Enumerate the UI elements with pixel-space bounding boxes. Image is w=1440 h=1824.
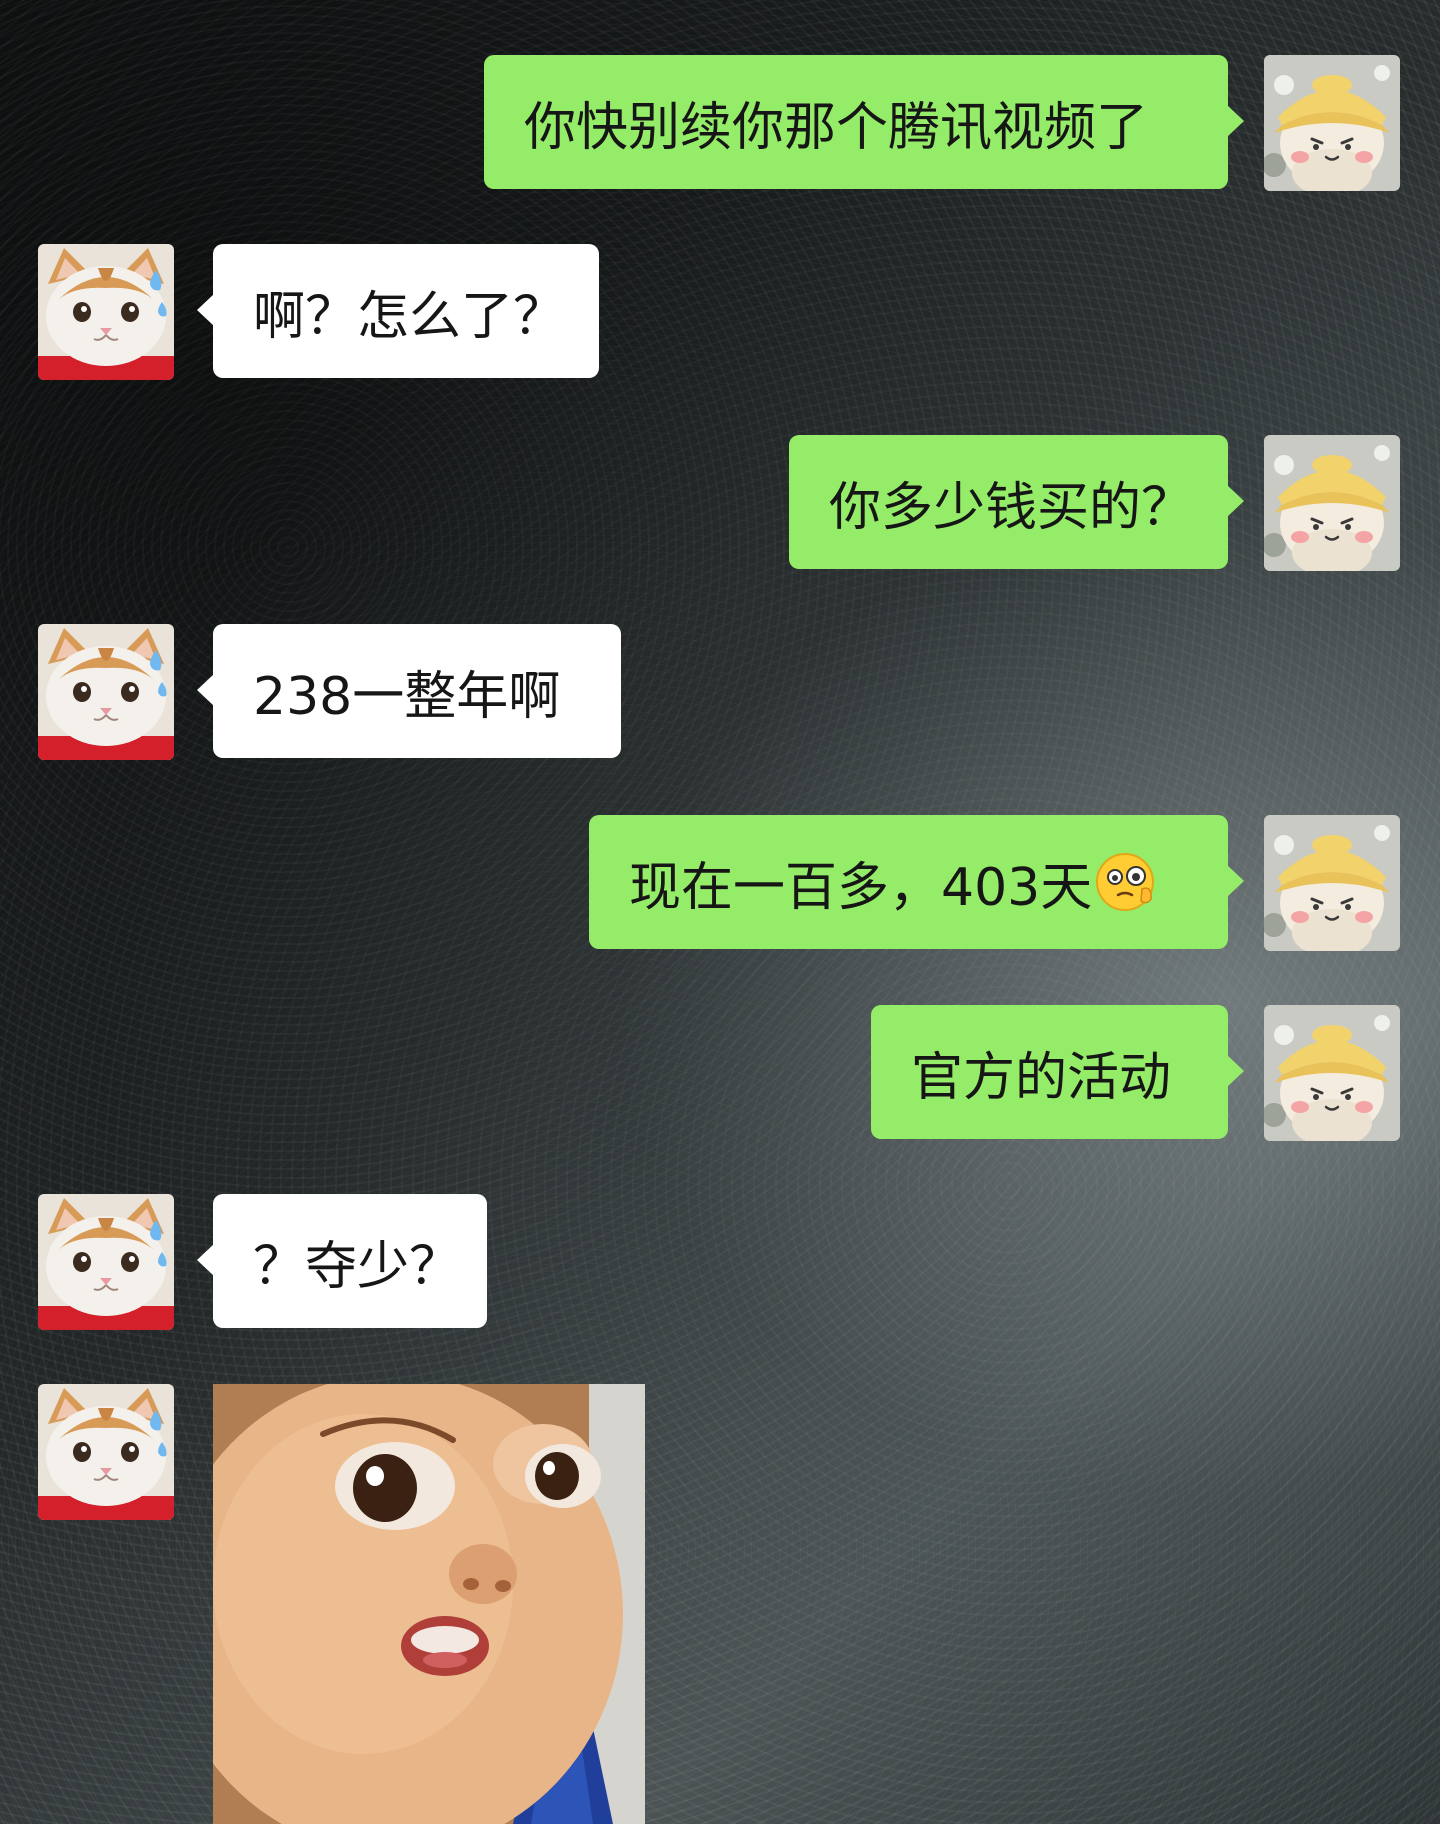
avatar-me[interactable] (1264, 815, 1400, 951)
yellow-hat-character-avatar-icon (1264, 1005, 1400, 1141)
sticker-image[interactable] (213, 1384, 645, 1824)
cat-avatar-icon (38, 1384, 174, 1520)
avatar-me[interactable] (1264, 55, 1400, 191)
message-bubble-outgoing[interactable]: 现在一百多，403天 (589, 815, 1244, 949)
avatar-them[interactable] (38, 1194, 174, 1330)
cat-avatar-icon (38, 624, 174, 760)
message-bubble-incoming[interactable]: 238一整年啊 (197, 624, 621, 758)
message-text: 你快别续你那个腾讯视频了 (524, 97, 1149, 158)
yellow-hat-character-avatar-icon (1264, 435, 1400, 571)
message-text: 238一整年啊 (253, 666, 561, 727)
message-text: 官方的活动 (911, 1047, 1172, 1108)
chat-window: 你快别续你那个腾讯视频了 啊？怎么了？ 你多少钱买的？ 238一整年啊 现在一百… (0, 0, 1440, 1824)
yellow-hat-character-avatar-icon (1264, 815, 1400, 951)
message-bubble-incoming[interactable]: 啊？怎么了？ (197, 244, 599, 378)
cat-avatar-icon (38, 1194, 174, 1330)
message-text: 现在一百多，403天 (629, 857, 1093, 918)
avatar-them[interactable] (38, 624, 174, 760)
message-text: 啊？怎么了？ (253, 286, 566, 347)
avatar-them[interactable] (38, 244, 174, 380)
avatar-me[interactable] (1264, 1005, 1400, 1141)
message-text: ？夺少？ (253, 1236, 462, 1297)
cat-avatar-icon (38, 244, 174, 380)
avatar-them[interactable] (38, 1384, 174, 1520)
avatar-me[interactable] (1264, 435, 1400, 571)
message-text: 你多少钱买的？ (829, 477, 1194, 538)
message-bubble-outgoing[interactable]: 官方的活动 (871, 1005, 1244, 1139)
message-bubble-incoming[interactable]: ？夺少？ (197, 1194, 487, 1328)
monocle-thinking-emoji-icon (1094, 851, 1156, 913)
surprised-baby-face-icon (213, 1384, 645, 1824)
yellow-hat-character-avatar-icon (1264, 55, 1400, 191)
message-bubble-outgoing[interactable]: 你多少钱买的？ (789, 435, 1244, 569)
message-bubble-outgoing[interactable]: 你快别续你那个腾讯视频了 (484, 55, 1244, 189)
